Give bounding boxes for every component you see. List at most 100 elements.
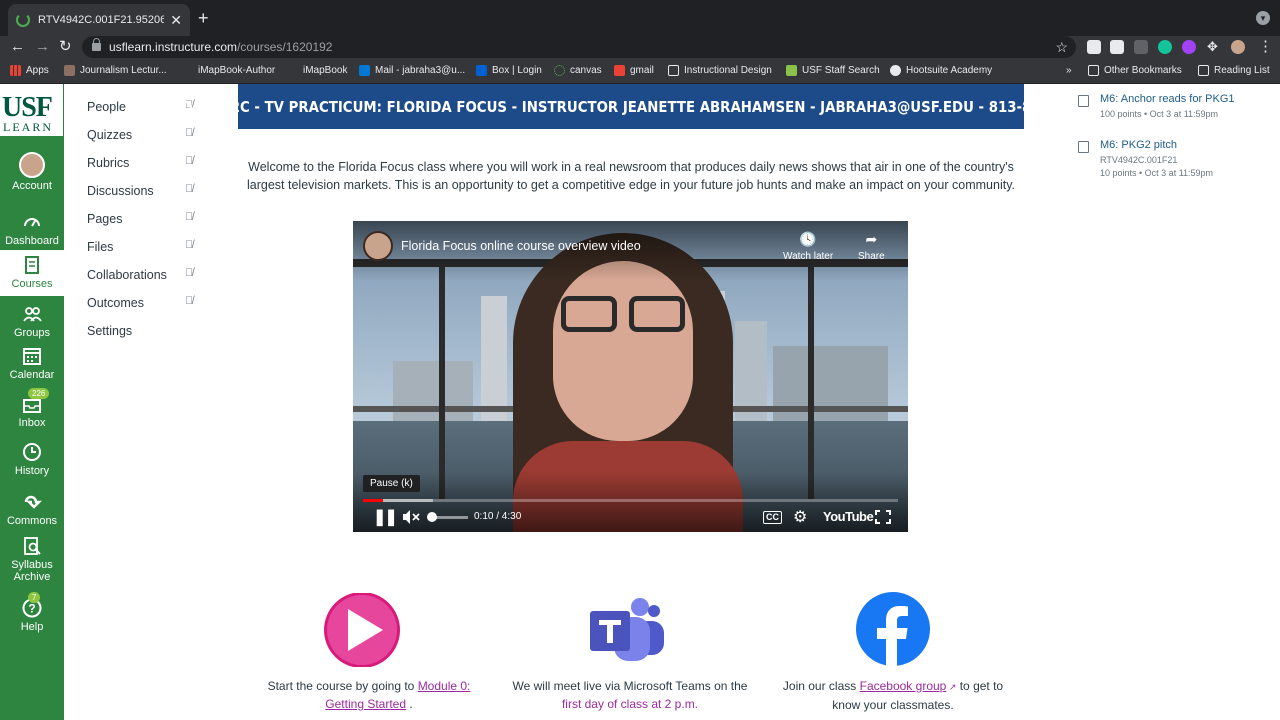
global-nav-calendar[interactable]: Calendar [0, 346, 64, 381]
shield-extension-icon[interactable] [1134, 40, 1148, 54]
course-nav-outcomes[interactable]: Outcomes [87, 296, 144, 310]
other-bookmarks[interactable]: Other Bookmarks [1088, 65, 1182, 76]
menu-kebab-icon[interactable]: ⋮ [1258, 38, 1273, 56]
course-nav-collaborations[interactable]: Collaborations [87, 268, 167, 282]
video-scene-building [393, 361, 473, 421]
video-title[interactable]: Florida Focus online course overview vid… [401, 239, 641, 253]
global-nav-syllabus-archive[interactable]: Syllabus Archive [0, 536, 64, 583]
todo-title[interactable]: M6: Anchor reads for PKG1 [1100, 93, 1235, 105]
hidden-eye-icon: 👁̸ [185, 267, 194, 279]
pause-button[interactable]: ❚❚ [373, 507, 398, 527]
svg-text:?: ? [28, 602, 35, 616]
bookmark-item[interactable]: Journalism Lectur... [64, 65, 167, 76]
video-presenter-glasses [629, 296, 685, 332]
bookmark-item[interactable]: Mail - jabraha3@u... [359, 65, 465, 76]
global-nav-dashboard[interactable]: Dashboard [0, 212, 64, 247]
commons-icon [24, 495, 42, 509]
courses-icon [25, 256, 39, 274]
hidden-eye-icon: 👁̸ [185, 239, 194, 251]
course-navigation: People 👁̸ Quizzes 👁̸ Rubrics 👁̸ Discussi… [64, 84, 224, 720]
play-button-icon[interactable] [322, 593, 402, 667]
reading-list[interactable]: Reading List [1198, 65, 1270, 76]
settings-gear-icon[interactable]: ⚙ [793, 507, 807, 527]
bookmark-item[interactable]: iMapBook-Author [198, 65, 275, 76]
groups-icon [23, 307, 42, 322]
course-nav-files[interactable]: Files [87, 240, 113, 254]
bookmarks-overflow[interactable]: » [1066, 65, 1072, 76]
extension-icon[interactable] [1110, 40, 1124, 54]
hidden-eye-icon: 👁̸ [185, 183, 194, 195]
facebook-icon[interactable] [855, 591, 931, 667]
course-nav-discussions[interactable]: Discussions [87, 184, 154, 198]
url-host: usflearn.instructure.com [109, 40, 238, 54]
fullscreen-icon[interactable] [875, 510, 891, 524]
hidden-eye-icon: 👁̸ [185, 295, 194, 307]
global-nav-help[interactable]: ? 7 Help [0, 592, 64, 633]
facebook-group-link[interactable]: Facebook group [860, 679, 947, 693]
grammarly-icon[interactable] [1158, 40, 1172, 54]
bookmark-item[interactable]: Instructional Design [668, 65, 772, 76]
todo-title[interactable]: M6: PKG2 pitch [1100, 139, 1177, 151]
bookmark-item[interactable]: iMapBook [303, 65, 347, 76]
tab-search-icon[interactable]: ▾ [1256, 11, 1270, 25]
assignment-icon [1078, 95, 1089, 107]
global-nav-groups[interactable]: Groups [0, 304, 64, 339]
bookmark-item[interactable]: USF Staff Search [786, 65, 880, 76]
todo-meta: 10 points • Oct 3 at 11:59pm [1100, 168, 1214, 178]
global-nav-courses[interactable]: Courses [0, 250, 64, 296]
extension-icon[interactable] [1182, 40, 1196, 54]
reading-list-icon [1198, 65, 1209, 76]
bookmark-item[interactable]: Box | Login [476, 65, 542, 76]
dashboard-icon [24, 218, 40, 227]
profile-avatar-icon[interactable] [1231, 40, 1245, 54]
apps-grid-icon [10, 65, 21, 76]
course-nav-pages[interactable]: Pages [87, 212, 122, 226]
captions-icon[interactable]: CC [763, 511, 782, 524]
box-icon [476, 65, 487, 76]
back-icon[interactable]: ← [10, 38, 25, 56]
first-day-link[interactable]: first day of class at 2 p.m. [562, 697, 698, 711]
bookmark-item[interactable]: canvas [554, 65, 602, 76]
bookmark-star-icon[interactable]: ☆ [1055, 39, 1068, 56]
youtube-video-player[interactable]: Florida Focus online course overview vid… [353, 221, 908, 532]
course-nav-settings[interactable]: Settings [87, 324, 132, 338]
volume-slider-knob[interactable] [427, 512, 437, 522]
watch-later-button[interactable]: 🕓 Watch later [783, 231, 833, 262]
global-nav-account[interactable]: Account [0, 152, 64, 192]
close-tab-icon[interactable]: ✕ [170, 12, 182, 29]
inbox-unread-badge: 226 [28, 388, 50, 399]
usf-learn-logo[interactable]: USF LEARN [0, 84, 64, 136]
usf-bull-icon [786, 65, 797, 76]
global-nav-commons[interactable]: Commons [0, 492, 64, 527]
youtube-logo[interactable]: YouTube [823, 509, 874, 524]
microsoft-teams-icon[interactable] [588, 593, 668, 667]
new-tab-icon[interactable]: + [198, 8, 209, 28]
bookmark-item[interactable]: Hootsuite Academy [890, 65, 992, 76]
progress-played [363, 499, 383, 502]
browser-tab[interactable]: RTV4942C.001F21.95206 TV P ✕ [8, 4, 190, 36]
bookmark-item[interactable]: gmail [614, 65, 654, 76]
forward-icon[interactable]: → [35, 38, 50, 56]
history-icon [23, 443, 41, 461]
card-teams: We will meet live via Microsoft Teams on… [512, 679, 748, 711]
volume-slider[interactable] [432, 516, 468, 519]
extension-icon[interactable] [1087, 40, 1101, 54]
global-nav-inbox[interactable]: 226 Inbox [0, 388, 64, 429]
course-nav-quizzes[interactable]: Quizzes [87, 128, 132, 142]
video-progress-bar[interactable] [363, 499, 898, 502]
reload-icon[interactable]: ↻ [59, 38, 72, 56]
hidden-eye-icon: 👁̸ [185, 127, 194, 139]
address-bar[interactable]: usflearn.instructure.com/courses/1620192… [82, 36, 1076, 58]
course-nav-people[interactable]: People [87, 100, 126, 114]
muted-volume-icon[interactable] [402, 509, 420, 525]
hidden-eye-icon: 👁̸ [185, 155, 194, 167]
puzzle-extensions-icon[interactable]: ✥ [1207, 38, 1218, 56]
share-button[interactable]: ➦ Share [858, 231, 885, 262]
global-navigation: USF LEARN Account Dashboard Courses Grou… [0, 84, 64, 720]
channel-avatar[interactable] [363, 231, 393, 261]
canvas-icon [554, 65, 565, 76]
global-nav-history[interactable]: History [0, 442, 64, 477]
loading-favicon-icon [16, 13, 30, 27]
bookmark-apps[interactable]: Apps [10, 65, 49, 76]
course-nav-rubrics[interactable]: Rubrics [87, 156, 129, 170]
